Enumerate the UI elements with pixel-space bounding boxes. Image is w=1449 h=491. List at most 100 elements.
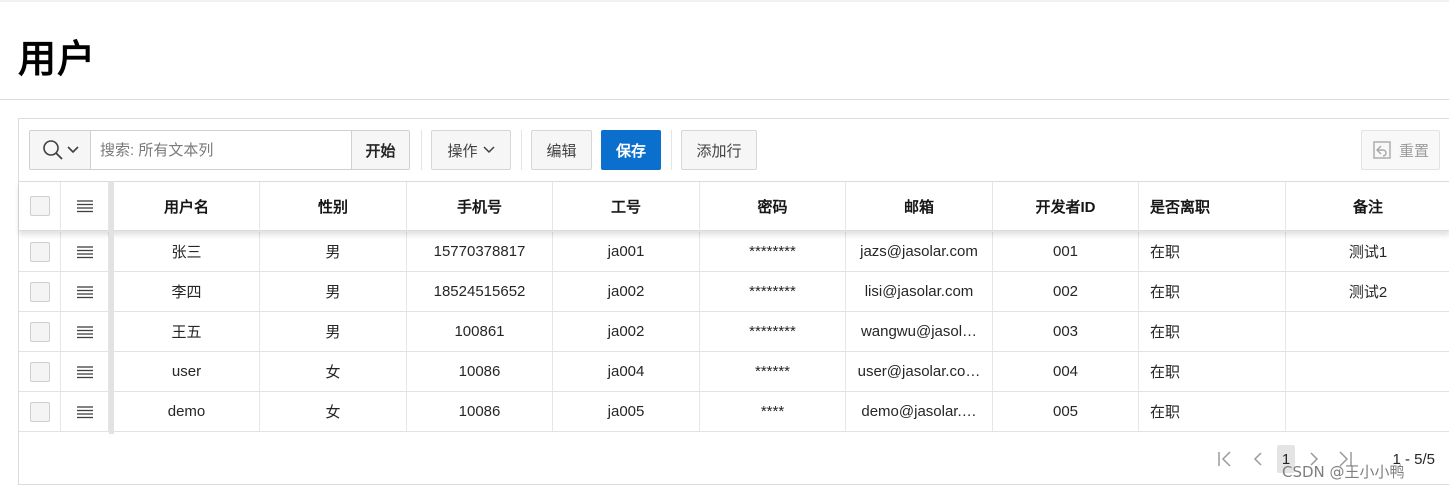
cell-gender[interactable]: 男 [260,272,407,311]
cell-employee-id[interactable]: ja004 [553,352,700,391]
cell-gender[interactable]: 男 [260,232,407,271]
row-checkbox[interactable] [29,281,50,302]
cell-username[interactable]: 李四 [114,272,260,311]
table-row[interactable]: 李四男 18524515652 ja002 ******** lisi@jasolar.… [19,272,1449,312]
row-menu-icon[interactable] [76,245,94,259]
cell-email[interactable]: wangwu@jasol… [846,312,993,351]
cell-remarks[interactable] [1286,312,1449,351]
cell-resigned[interactable]: 在职 [1139,312,1286,351]
cell-password[interactable]: ******** [700,312,846,351]
cell-email[interactable]: user@jasolar.co… [846,352,993,391]
cell-phone[interactable]: 18524515652 [407,272,553,311]
cell-remarks[interactable]: 测试2 [1286,272,1449,311]
cell-developer-id[interactable]: 002 [993,272,1139,311]
cell-gender[interactable]: 男 [260,312,407,351]
cell-employee-id[interactable]: ja002 [553,312,700,351]
row-actions-cell [61,392,109,431]
row-checkbox[interactable] [29,401,50,422]
table-row[interactable]: user 女 10086 ja004 ****** user@jasolar.co… 004… [19,352,1449,392]
title-divider [0,99,1449,100]
edit-button[interactable]: 编辑 [531,130,592,170]
chevron-down-icon [66,146,79,154]
add-row-button[interactable]: 添加行 [681,130,757,170]
cell-username[interactable]: 张三 [114,232,260,271]
column-header-gender[interactable]: 性别 [260,182,407,230]
table-row[interactable]: 张三男 15770378817 ja001 ******** jazs@jasolar.… [19,232,1449,272]
cell-phone[interactable]: 15770378817 [407,232,553,271]
cell-gender[interactable]: 女 [260,392,407,431]
frozen-column-divider [109,181,114,434]
column-header-employee-id[interactable]: 工号 [553,182,700,230]
toolbar: 开始 操作 编辑 保存 添加行 重置 [19,119,1449,181]
cell-developer-id[interactable]: 004 [993,352,1139,391]
cell-employee-id[interactable]: ja001 [553,232,700,271]
cell-password[interactable]: ******** [700,272,846,311]
row-menu-icon[interactable] [76,405,94,419]
row-actions-cell [61,312,109,351]
cell-username[interactable]: 王五 [114,312,260,351]
row-checkbox[interactable] [29,321,50,342]
go-button[interactable]: 开始 [351,131,409,169]
search-input[interactable] [91,131,351,169]
cell-phone[interactable]: 100861 [407,312,553,351]
cell-email[interactable]: jazs@jasolar.com [846,232,993,271]
cell-gender[interactable]: 女 [260,352,407,391]
cell-resigned[interactable]: 在职 [1139,232,1286,271]
actions-menu-button[interactable]: 操作 [431,130,511,170]
row-menu-icon[interactable] [76,285,94,299]
cell-remarks[interactable]: 测试1 [1286,232,1449,271]
cell-password[interactable]: ****** [700,352,846,391]
cell-employee-id[interactable]: ja005 [553,392,700,431]
cell-resigned[interactable]: 在职 [1139,352,1286,391]
page-title: 用户 [18,37,97,81]
column-header-email[interactable]: 邮箱 [846,182,993,230]
cell-phone[interactable]: 10086 [407,392,553,431]
cell-resigned[interactable]: 在职 [1139,272,1286,311]
column-header-remarks[interactable]: 备注 [1286,182,1449,230]
select-all-checkbox[interactable] [29,196,50,216]
cell-username[interactable]: demo [114,392,260,431]
row-checkbox[interactable] [29,361,50,382]
cell-employee-id[interactable]: ja002 [553,272,700,311]
cell-developer-id[interactable]: 005 [993,392,1139,431]
search-column-menu[interactable] [30,131,91,169]
row-menu-icon[interactable] [76,325,94,339]
cell-email[interactable]: demo@jasolar.… [846,392,993,431]
cell-remarks[interactable] [1286,352,1449,391]
row-select-cell [19,352,61,391]
select-all-cell [19,182,61,230]
cell-username[interactable]: user [114,352,260,391]
toolbar-separator [671,130,672,170]
reset-button[interactable]: 重置 [1361,130,1440,170]
interactive-grid-region: 开始 操作 编辑 保存 添加行 重置 [18,118,1449,485]
search-group: 开始 [29,130,410,170]
row-checkbox[interactable] [29,241,50,262]
cell-remarks[interactable] [1286,392,1449,431]
search-icon [42,140,63,160]
row-select-cell [19,232,61,271]
row-select-cell [19,312,61,351]
cell-phone[interactable]: 10086 [407,352,553,391]
row-select-cell [19,392,61,431]
column-header-password[interactable]: 密码 [700,182,846,230]
cell-resigned[interactable]: 在职 [1139,392,1286,431]
menu-icon[interactable] [76,199,94,213]
column-header-phone[interactable]: 手机号 [407,182,553,230]
watermark: CSDN @王小小鸭 [1282,463,1405,481]
column-header-developer-id[interactable]: 开发者ID [993,182,1139,230]
row-menu-icon[interactable] [76,365,94,379]
column-header-username[interactable]: 用户名 [114,182,260,230]
row-actions-cell [61,352,109,391]
cell-developer-id[interactable]: 003 [993,312,1139,351]
table-row[interactable]: 王五男 100861 ja002 ******** wangwu@jasol… 003 在职 [19,312,1449,352]
cell-password[interactable]: ******** [700,232,846,271]
row-actions-cell [61,232,109,271]
save-button[interactable]: 保存 [601,130,661,170]
cell-email[interactable]: lisi@jasolar.com [846,272,993,311]
table-row[interactable]: demo 女 10086 ja005 **** demo@jasolar.… 005 在职 [19,392,1449,432]
cell-password[interactable]: **** [700,392,846,431]
first-page-icon[interactable] [1215,445,1237,473]
cell-developer-id[interactable]: 001 [993,232,1139,271]
previous-page-icon[interactable] [1249,445,1267,473]
column-header-resigned[interactable]: 是否离职 [1139,182,1286,230]
